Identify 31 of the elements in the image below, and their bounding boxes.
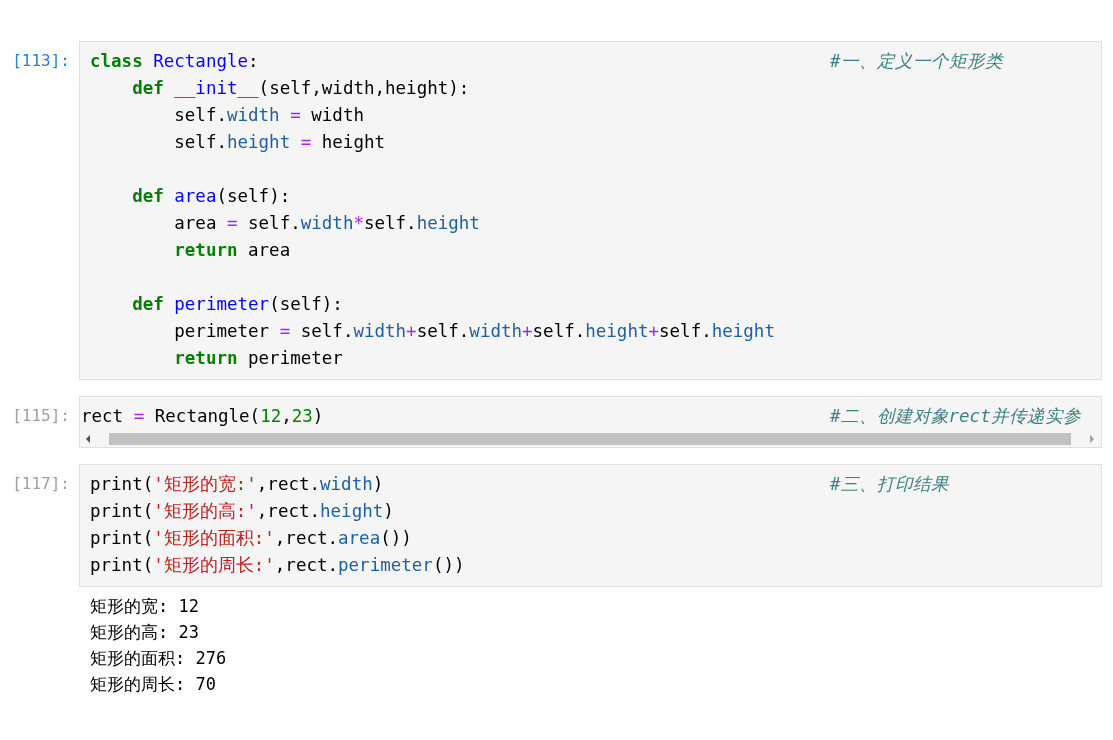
code-line: print('矩形的宽:',rect.width) bbox=[90, 473, 385, 496]
scroll-right-icon[interactable] bbox=[1089, 435, 1095, 443]
code-line: print('矩形的周长:',rect.perimeter()) bbox=[90, 554, 466, 577]
code-line: self.height = height bbox=[173, 131, 387, 154]
output-line: 矩形的高: 23 bbox=[90, 621, 200, 644]
cell-prompt: [117]: bbox=[11, 473, 71, 495]
code-line: print('矩形的高:',rect.height) bbox=[90, 500, 395, 523]
code-comment: #三、打印结果 bbox=[830, 473, 949, 496]
code-line: perimeter = self.width+self.width+self.height+self.height bbox=[173, 320, 776, 343]
code-comment: #一、定义一个矩形类 bbox=[830, 50, 1003, 73]
code-cell-input[interactable]: print('矩形的宽:',rect.width) #三、打印结果 print('矩形的高:',rect.height) print('矩形的面积:',rect.area()) print('矩形的周长:',rect.perimeter()) bbox=[79, 464, 1102, 587]
cell-prompt: [113]: bbox=[11, 50, 71, 72]
output-line: 矩形的周长: 70 bbox=[90, 673, 217, 696]
code-line: return area bbox=[173, 239, 292, 262]
code-cell-input[interactable]: rect = Rectangle(12,23) #二、创建对象rect并传递实参 bbox=[79, 396, 1102, 448]
code-line: class Rectangle: bbox=[90, 50, 260, 73]
cell-prompt: [115]: bbox=[11, 405, 71, 427]
code-line: def area(self): bbox=[131, 185, 292, 208]
code-line: def perimeter(self): bbox=[131, 293, 344, 316]
code-comment: #二、创建对象rect并传递实参 bbox=[830, 405, 1081, 428]
code-line: rect = Rectangle(12,23) bbox=[81, 405, 325, 428]
code-line: print('矩形的面积:',rect.area()) bbox=[90, 527, 413, 550]
scroll-left-icon[interactable] bbox=[85, 435, 91, 443]
code-line: self.width = width bbox=[173, 104, 365, 127]
code-line: area = self.width*self.height bbox=[173, 212, 481, 235]
code-cell-input[interactable] bbox=[79, 41, 1102, 380]
code-line: return perimeter bbox=[173, 347, 344, 370]
code-line: def __init__(self,width,height): bbox=[131, 77, 471, 100]
scrollbar-thumb[interactable] bbox=[109, 433, 1071, 445]
output-line: 矩形的宽: 12 bbox=[90, 595, 200, 618]
output-line: 矩形的面积: 276 bbox=[90, 647, 228, 670]
